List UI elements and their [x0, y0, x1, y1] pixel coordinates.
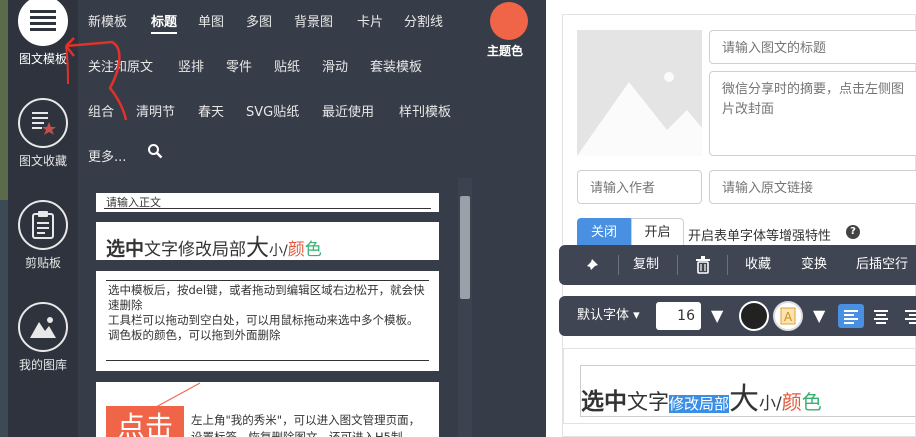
preview-small: 小/: [759, 394, 782, 414]
sample-red: 颜: [287, 240, 305, 260]
copy-button[interactable]: 复制: [633, 245, 659, 285]
preview-selected-text: 修改局部: [669, 395, 730, 413]
tab-parts[interactable]: 零件: [226, 56, 252, 75]
search-icon[interactable]: [147, 143, 163, 163]
tab-background[interactable]: 背景图: [294, 11, 333, 30]
transform-button[interactable]: 变换: [801, 245, 827, 285]
align-right-icon[interactable]: [901, 304, 916, 332]
preview-text: 文字: [627, 390, 669, 414]
preview-bold: 选中: [581, 389, 627, 415]
rail-item-label: 图文模板: [18, 52, 67, 66]
tip-line: 选中模板后，按del键，或者拖动到编辑区域右边松开，就会快速删除: [108, 283, 425, 312]
tab-qingming[interactable]: 清明节: [136, 101, 175, 120]
tab-svg[interactable]: SVG贴纸: [246, 101, 299, 120]
article-title-input[interactable]: [709, 30, 916, 64]
rail-item-label: 我的图库: [18, 358, 67, 372]
rail-item-label: 剪贴板: [24, 256, 61, 270]
tip-line: 调色板的颜色，可以拖到外面删除: [108, 328, 281, 342]
rail-item-clipboard[interactable]: 剪贴板: [8, 200, 78, 271]
promo-text: 左上角"我的秀米"，可以进入图文管理页面，设置标签、恢复删除图文、还可进入H5制: [191, 413, 421, 437]
scrollbar-thumb[interactable]: [460, 196, 470, 299]
toggle-on-button[interactable]: 开启: [631, 218, 684, 248]
left-rail: 图文模板 图文收藏 剪贴板 我的图库: [8, 0, 78, 437]
chevron-down-icon[interactable]: ▼: [711, 296, 723, 336]
tab-follow[interactable]: 关注和原文: [88, 56, 153, 75]
toggle-off-button[interactable]: 关闭: [577, 218, 631, 248]
tab-multi-image[interactable]: 多图: [246, 11, 272, 30]
tab-card[interactable]: 卡片: [357, 11, 383, 30]
tab-single-image[interactable]: 单图: [198, 11, 224, 30]
tab-vertical[interactable]: 竖排: [178, 56, 204, 75]
template-body-label[interactable]: 请输入正文: [96, 193, 439, 212]
sample-big: 大: [246, 235, 270, 261]
source-link-input[interactable]: [709, 170, 916, 204]
pin-icon[interactable]: [585, 245, 599, 285]
rail-item-gallery[interactable]: 我的图库: [8, 302, 78, 373]
preview-red: 颜: [781, 390, 802, 414]
text-color-swatch[interactable]: [739, 301, 769, 331]
font-family-value: 默认字体: [577, 308, 630, 323]
clipboard-icon: [18, 200, 68, 250]
align-left-icon[interactable]: [838, 304, 864, 328]
theme-color-swatch[interactable]: [490, 2, 528, 40]
chevron-down-icon[interactable]: ▼: [813, 296, 825, 336]
background-color-icon[interactable]: A: [773, 301, 803, 331]
insert-blank-line-button[interactable]: 后插空行: [856, 245, 908, 285]
tab-recent[interactable]: 最近使用: [322, 101, 374, 120]
svg-text:A: A: [784, 310, 793, 324]
rail-item-favorites[interactable]: 图文收藏: [8, 98, 78, 169]
align-center-icon[interactable]: [871, 304, 891, 332]
enhance-label: 开启表单字体等增强特性: [688, 229, 832, 244]
tab-spring[interactable]: 春天: [198, 101, 224, 120]
font-size-input[interactable]: 16: [656, 302, 701, 330]
menu-icon: [18, 0, 68, 46]
tab-sticker[interactable]: 贴纸: [274, 56, 300, 75]
preview-big: 大: [729, 382, 760, 417]
promo-badge: 点击: [106, 406, 184, 437]
rail-item-templates[interactable]: 图文模板: [8, 0, 78, 67]
template-title-sample[interactable]: 选中文字修改局部大小/颜色: [96, 222, 439, 261]
summary-textarea[interactable]: [709, 71, 916, 156]
tab-combo[interactable]: 组合: [88, 101, 114, 120]
cover-image-placeholder[interactable]: [577, 30, 702, 156]
tab-slide[interactable]: 滑动: [322, 56, 348, 75]
block-toolbar: 复制 收藏 变换 后插空行: [559, 245, 916, 285]
rail-item-label: 图文收藏: [18, 154, 67, 168]
format-toolbar: 默认字体 ▾ 16 ▼ A ▼: [559, 296, 916, 336]
sample-bold: 选中: [106, 238, 145, 260]
author-input[interactable]: [577, 170, 702, 204]
tab-title[interactable]: 标题: [151, 11, 178, 34]
favorites-icon: [18, 98, 68, 148]
tab-more[interactable]: 更多...: [88, 146, 126, 165]
trash-icon[interactable]: [695, 245, 711, 285]
sample-text: 文字修改局部: [144, 240, 247, 260]
sample-green: 色: [304, 240, 322, 260]
tab-suite[interactable]: 套装模板: [370, 56, 422, 75]
theme-color-label[interactable]: 主题色: [487, 42, 523, 59]
image-icon: [18, 302, 68, 352]
tab-divider[interactable]: 分割线: [404, 11, 443, 30]
tip-line: 工具栏可以拖动到空白处，可以用鼠标拖动来选中多个模板。: [108, 313, 419, 327]
tab-new[interactable]: 新模板: [88, 11, 127, 30]
tab-sample[interactable]: 样刊模板: [399, 101, 451, 120]
font-family-select[interactable]: 默认字体 ▾: [577, 296, 640, 336]
preview-green: 色: [801, 390, 822, 414]
help-icon[interactable]: ?: [846, 225, 860, 239]
template-promo[interactable]: 点击 左上角"我的秀米"，可以进入图文管理页面，设置标签、恢复删除图文、还可进入…: [96, 382, 439, 437]
sample-small: 小/: [269, 243, 288, 259]
editor-content-block[interactable]: 选中文字修改局部大小/颜色: [563, 348, 916, 424]
favorite-button[interactable]: 收藏: [745, 245, 771, 285]
template-tips[interactable]: 选中模板后，按del键，或者拖动到编辑区域右边松开，就会快速删除 工具栏可以拖动…: [96, 271, 439, 371]
